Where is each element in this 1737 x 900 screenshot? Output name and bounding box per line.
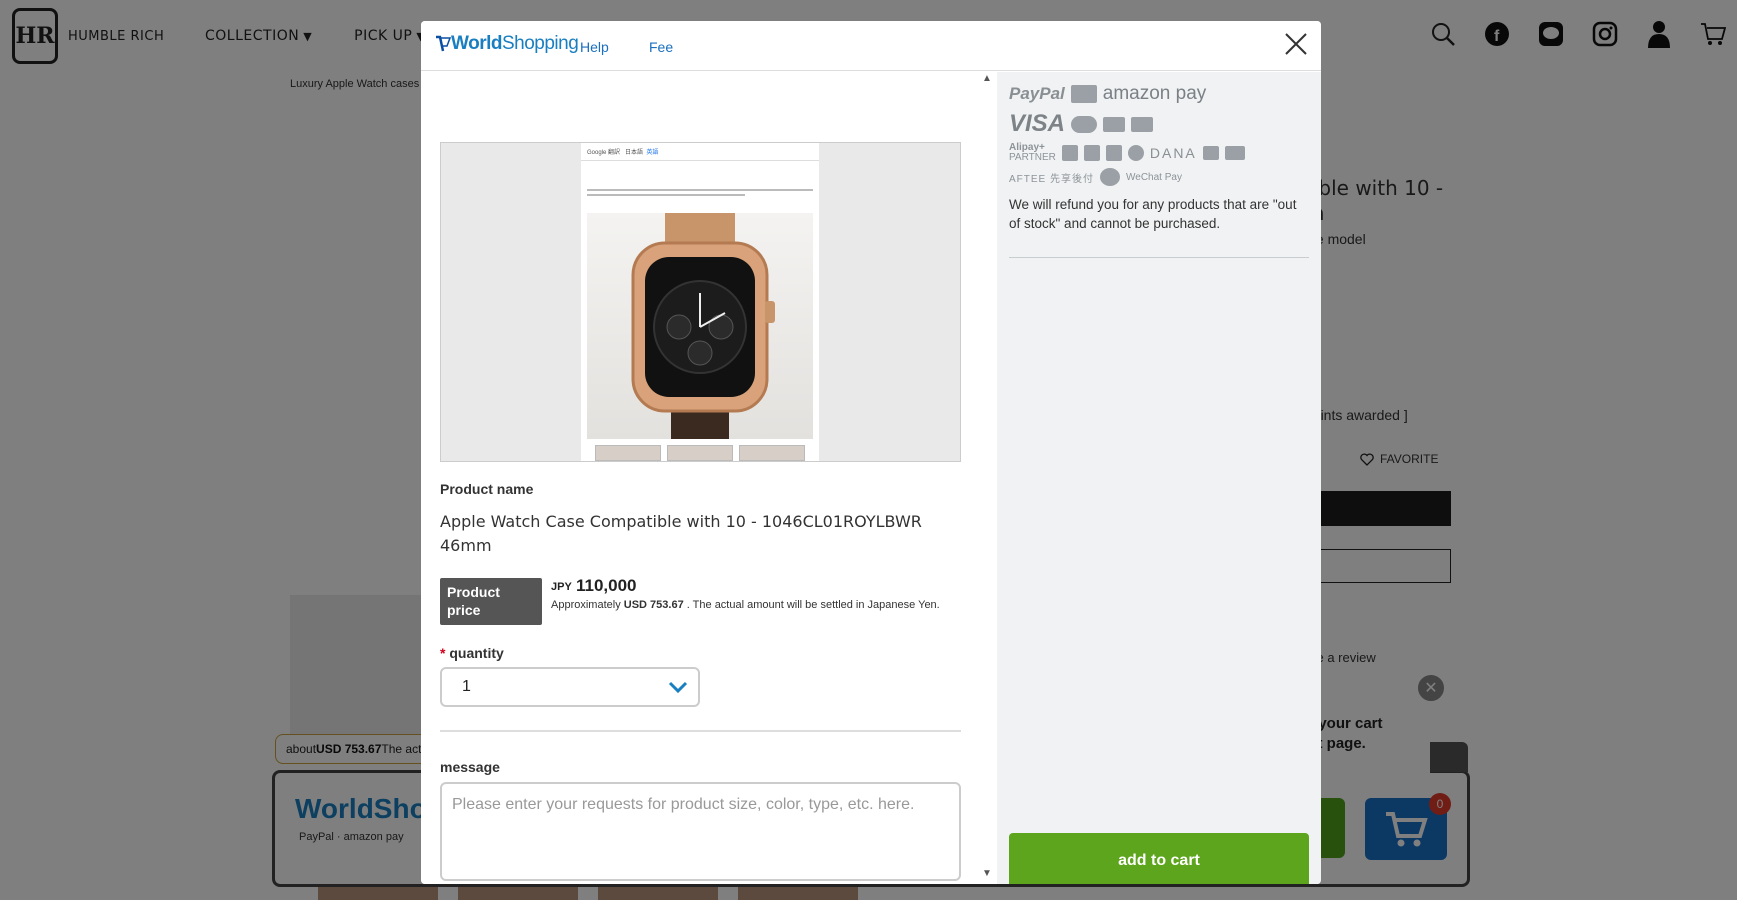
- payment-logos: PayPal amazon pay VISA Alipay+ PARTNER DA…: [1009, 83, 1309, 191]
- screenshot-page: Google 翻訳 日本語 英語: [581, 143, 819, 461]
- wallet-logo: [1127, 145, 1144, 161]
- close-icon[interactable]: [1281, 29, 1311, 59]
- payment-row: AFTEE 先享後付 WeChat Pay: [1009, 168, 1309, 186]
- message-input[interactable]: [440, 782, 961, 881]
- quantity-value: 1: [462, 678, 471, 695]
- paypal-logo: PayPal: [1009, 84, 1065, 103]
- chevron-down-icon: [668, 681, 688, 694]
- payment-row: VISA: [1009, 110, 1309, 138]
- aftee-logo: AFTEE 先享後付: [1009, 173, 1095, 185]
- visa-logo: VISA: [1009, 110, 1066, 137]
- screenshot-text-lines: [587, 189, 813, 196]
- wallet-logo: [1083, 145, 1100, 161]
- wallet-logo: [1061, 145, 1078, 161]
- price-currency: JPY: [551, 581, 572, 593]
- refund-note: We will refund you for any products that…: [1009, 197, 1297, 231]
- divider: [440, 730, 961, 732]
- price-approx-note: Approximately USD 753.67 . The actual am…: [551, 598, 951, 612]
- unionpay-logo: [1070, 85, 1097, 103]
- quantity-label-text: quantity: [449, 645, 504, 661]
- thumbnail: [667, 445, 733, 461]
- wallet-logo: [1202, 146, 1219, 160]
- amex-logo: [1131, 116, 1154, 132]
- screenshot-thumbnails: [595, 445, 805, 461]
- toolbar-text: 日本語: [625, 150, 644, 156]
- watch-photo: [587, 213, 813, 439]
- required-star: *: [440, 645, 446, 661]
- wechat-pay-logo: WeChat Pay: [1126, 171, 1182, 183]
- alipay-plus-logo: Alipay+ PARTNER: [1009, 143, 1056, 163]
- wallet-logo: [1105, 145, 1122, 161]
- scroll-up-arrow[interactable]: ▲: [982, 73, 992, 84]
- amazon-pay-logo: amazon pay: [1102, 83, 1207, 104]
- product-details-pane[interactable]: Google 翻訳 日本語 英語 Product name Apple Watc…: [421, 72, 996, 884]
- product-name-label: Product name: [440, 481, 534, 497]
- product-screenshot: Google 翻訳 日本語 英語: [440, 142, 961, 462]
- thumbnail: [595, 445, 661, 461]
- toolbar-text: Google 翻訳: [587, 150, 621, 156]
- price-value: 110,000: [576, 576, 637, 595]
- product-price-label: Product price: [440, 578, 542, 625]
- product-name: Apple Watch Case Compatible with 10 - 10…: [440, 512, 922, 555]
- help-link[interactable]: Help: [580, 39, 609, 55]
- quantity-label: * quantity: [440, 645, 504, 661]
- quantity-select[interactable]: 1: [440, 667, 700, 707]
- screenshot-toolbar: Google 翻訳 日本語 英語: [581, 143, 819, 161]
- add-to-cart-modal: WorldShopping Help Fee Google 翻訳 日本語 英語: [421, 21, 1321, 884]
- alipay-sub: PARTNER: [1009, 152, 1056, 163]
- add-to-cart-button[interactable]: add to cart: [1009, 833, 1309, 884]
- approx-prefix: Approximately: [551, 599, 621, 611]
- wechat-pay-icon: [1100, 168, 1121, 186]
- toolbar-text: 英語: [646, 150, 659, 156]
- jcb-logo: [1103, 116, 1126, 132]
- approx-suffix: . The actual amount will be settled in J…: [686, 599, 940, 611]
- message-label: message: [440, 759, 500, 775]
- fee-link[interactable]: Fee: [649, 39, 673, 55]
- approx-usd: USD 753.67: [623, 599, 684, 611]
- checkout-side-pane: PayPal amazon pay VISA Alipay+ PARTNER DA…: [997, 72, 1321, 884]
- thumbnail: [739, 445, 805, 461]
- payment-row: PayPal amazon pay: [1009, 83, 1309, 105]
- logo-shopping: Shopping: [501, 33, 579, 54]
- divider: [1009, 257, 1309, 258]
- ws-cart-logo-icon: [436, 35, 451, 52]
- dana-logo: DANA: [1149, 145, 1197, 161]
- logo-world: World: [451, 33, 502, 54]
- scroll-down-arrow[interactable]: ▼: [982, 868, 992, 879]
- modal-header: World Shopping Help Fee: [421, 21, 1321, 71]
- wallet-logo: [1224, 146, 1245, 160]
- mastercard-logo: [1071, 115, 1098, 133]
- worldshopping-logo: World Shopping: [435, 33, 579, 55]
- payment-row: Alipay+ PARTNER DANA: [1009, 143, 1309, 163]
